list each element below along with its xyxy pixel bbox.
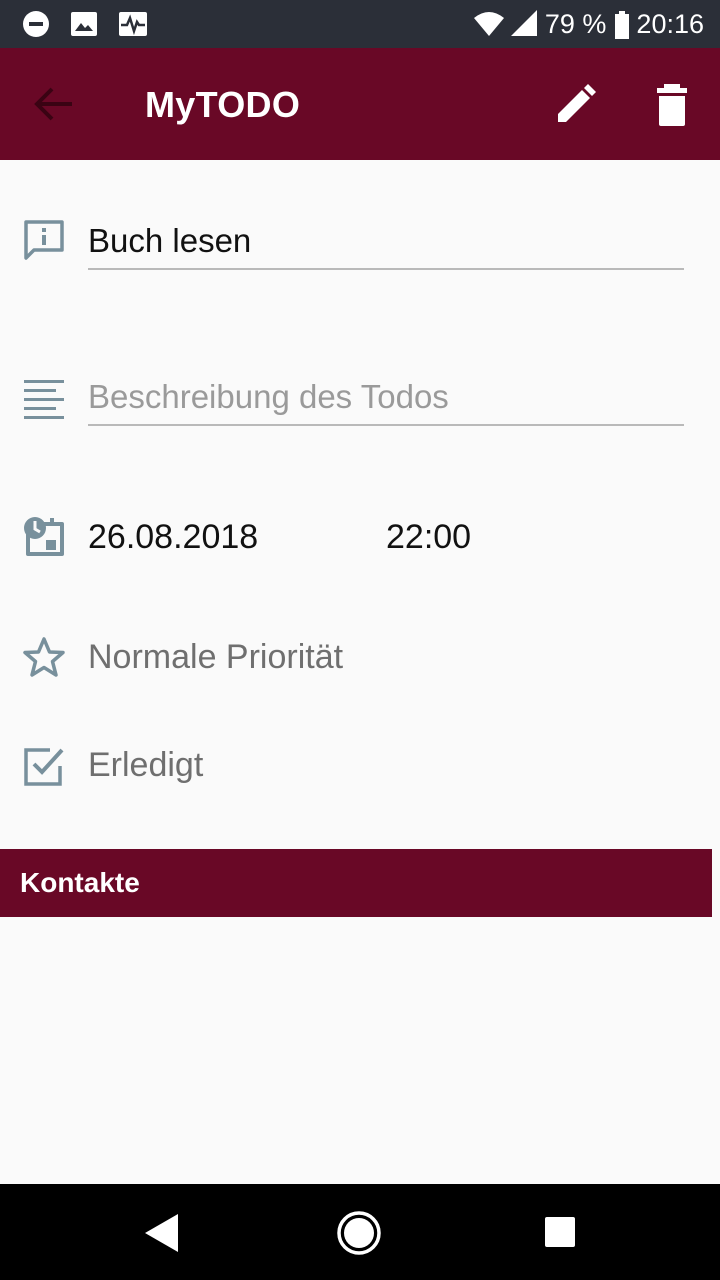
trash-icon [657,84,687,126]
navigation-bar [0,1184,720,1280]
delete-button[interactable] [650,82,694,128]
app-title: MyTODO [145,84,301,125]
image-icon [70,10,98,38]
nav-recents-icon[interactable] [544,1216,576,1248]
nav-home-icon[interactable] [336,1210,382,1256]
text-lines-icon [22,376,66,420]
do-not-disturb-icon [22,10,50,38]
activity-icon [118,10,147,38]
info-comment-icon [22,218,66,262]
signal-icon [509,10,537,38]
done-label[interactable]: Erledigt [88,746,203,785]
app-bar: MyTODO [0,48,720,160]
star-icon[interactable] [22,636,66,680]
back-button[interactable] [32,84,76,124]
edit-button[interactable] [552,82,598,128]
back-arrow-icon [34,87,72,121]
battery-icon [614,11,630,39]
title-input[interactable]: Buch lesen [88,216,684,270]
description-input[interactable]: Beschreibung des Todos [88,372,684,426]
wifi-icon [473,10,504,38]
contacts-header: Kontakte [0,849,712,917]
priority-label[interactable]: Normale Priorität [88,638,343,677]
contacts-title: Kontakte [20,867,140,898]
due-date[interactable]: 26.08.2018 [88,518,258,557]
clock: 20:16 [636,8,704,39]
checkbox-icon[interactable] [22,744,66,788]
pencil-icon [558,84,596,122]
status-bar: 79 % 20:16 [0,0,720,48]
nav-back-icon[interactable] [142,1212,182,1254]
due-time[interactable]: 22:00 [386,518,471,557]
battery-percent: 79 % [544,8,607,39]
date-time-icon [22,514,66,558]
